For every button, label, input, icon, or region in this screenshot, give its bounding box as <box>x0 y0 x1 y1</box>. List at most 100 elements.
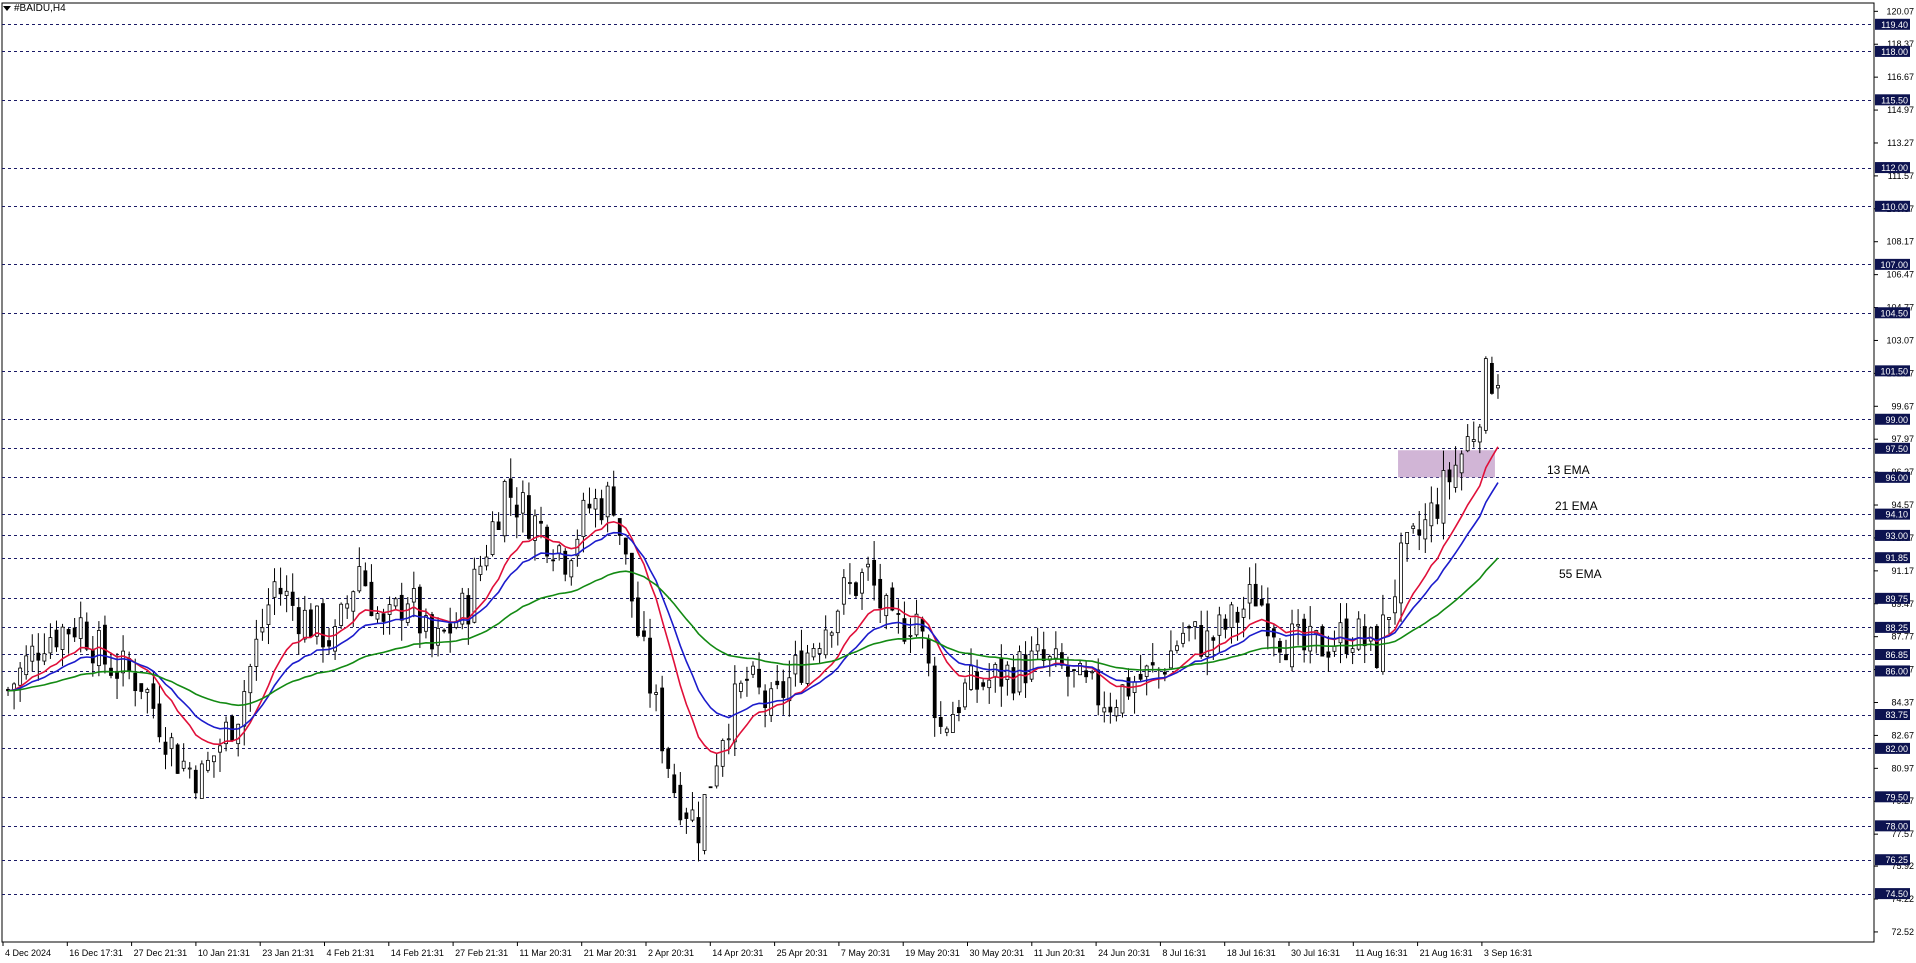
level-tag-label: 78.00 <box>1885 821 1908 831</box>
level-tag-label: 79.50 <box>1885 792 1908 802</box>
candle-body <box>205 759 210 771</box>
level-tag-label: 118.00 <box>1881 47 1908 57</box>
x-tick-label: 3 Sep 16:31 <box>1484 948 1533 958</box>
candle-body <box>1235 611 1240 623</box>
candle-body <box>327 640 331 647</box>
candle-body <box>926 638 931 664</box>
candle-body <box>1441 470 1446 524</box>
candle-body <box>1211 637 1216 641</box>
x-tick-label: 30 Jul 16:31 <box>1291 948 1340 958</box>
candle-body <box>872 559 877 586</box>
y-tick-label: 113.27 <box>1887 138 1914 148</box>
candle-body <box>611 486 616 516</box>
candle-body <box>393 598 398 607</box>
candle-body <box>1108 706 1113 713</box>
level-tag-label: 112.00 <box>1881 163 1908 173</box>
candle-body <box>321 603 325 648</box>
candle-body <box>1169 650 1173 669</box>
candle-body <box>54 629 59 648</box>
candle-body <box>84 621 89 650</box>
candle-body <box>1223 618 1228 630</box>
candle-body <box>520 492 525 514</box>
candle-body <box>781 681 786 698</box>
candle-body <box>193 769 198 794</box>
candle-body <box>48 637 53 654</box>
candle-body <box>1417 529 1422 536</box>
candle-body <box>1374 625 1379 668</box>
candle-body <box>103 624 107 665</box>
candle-body <box>908 634 913 637</box>
level-tag-label: 99.00 <box>1885 415 1908 425</box>
candle-body <box>199 763 204 799</box>
candle-body <box>902 618 907 642</box>
x-tick-label: 14 Feb 21:31 <box>391 948 444 958</box>
level-tag-label: 83.75 <box>1885 710 1908 720</box>
price-chart[interactable]: 120.07118.37116.67114.97113.27111.57109.… <box>0 0 1916 963</box>
candle-body <box>1435 504 1440 519</box>
candle-body <box>1120 684 1125 714</box>
candle-body <box>672 774 677 794</box>
x-tick-label: 16 Dec 17:31 <box>69 948 123 958</box>
candle-body <box>399 594 404 621</box>
candle-body <box>587 503 592 509</box>
candle-body <box>1247 584 1252 604</box>
candle-body <box>266 604 271 625</box>
y-tick-label: 114.97 <box>1887 105 1914 115</box>
candle-body <box>302 609 307 640</box>
candle-body <box>381 613 386 622</box>
chart-title[interactable]: #BAIDU,H4 <box>3 3 66 14</box>
candle-body <box>212 755 216 763</box>
resistance-zone <box>1398 450 1495 478</box>
candle-body <box>884 595 889 617</box>
candle-body <box>944 728 949 733</box>
y-tick-label: 99.67 <box>1891 401 1914 411</box>
candle-body <box>969 665 973 690</box>
candle-body <box>1090 671 1095 674</box>
candle-body <box>18 667 23 686</box>
candle-body <box>351 591 356 612</box>
candle-body <box>1241 608 1246 618</box>
candle-body <box>514 504 519 518</box>
candle-body <box>696 817 701 844</box>
level-tag-label: 96.00 <box>1885 473 1908 483</box>
x-tick-label: 14 Apr 20:31 <box>712 948 763 958</box>
candle-body <box>569 560 574 578</box>
candle-body <box>551 559 556 562</box>
candle-body <box>1362 626 1367 647</box>
candle-body <box>629 552 634 602</box>
candle-body <box>823 629 828 656</box>
y-tick-label: 72.52 <box>1891 927 1914 937</box>
candle-body <box>841 577 846 605</box>
candle-body <box>36 652 41 661</box>
candle-body <box>1278 640 1282 653</box>
candle-body <box>678 784 683 821</box>
candle-body <box>1253 583 1258 607</box>
candle-body <box>1259 598 1264 606</box>
level-tag-label: 88.25 <box>1885 623 1908 633</box>
candle-body <box>1350 648 1355 653</box>
level-tag-label: 94.10 <box>1885 510 1908 520</box>
candle-body <box>218 745 222 753</box>
level-tag-label: 119.40 <box>1881 20 1908 30</box>
x-tick-label: 4 Dec 2024 <box>5 948 51 958</box>
candle-body <box>357 566 362 592</box>
x-tick-label: 11 Mar 20:31 <box>519 948 571 958</box>
x-tick-label: 19 May 20:31 <box>905 948 960 958</box>
y-tick-label: 108.17 <box>1886 237 1914 247</box>
candle-body <box>1029 650 1034 680</box>
candle-body <box>284 590 289 596</box>
x-tick-label: 2 Apr 20:31 <box>648 948 694 958</box>
candle-body <box>811 647 816 658</box>
candle-body <box>581 499 586 538</box>
y-tick-label: 94.57 <box>1891 500 1914 510</box>
level-tag-label: 107.00 <box>1880 260 1908 270</box>
dropdown-triangle-icon[interactable] <box>3 6 11 11</box>
candle-body <box>963 682 967 708</box>
candle-body <box>345 603 350 609</box>
candle-body <box>139 683 144 692</box>
x-tick-label: 24 Jun 20:31 <box>1098 948 1150 958</box>
candle-body <box>145 689 150 693</box>
candle-body <box>805 652 810 684</box>
candle-body <box>30 645 35 662</box>
candle-body <box>1368 627 1373 642</box>
